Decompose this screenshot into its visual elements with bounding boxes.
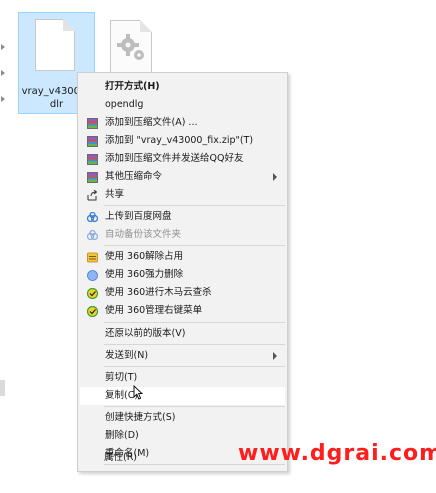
blank-file-icon <box>35 19 75 71</box>
scrollbar-thumb[interactable] <box>0 380 5 396</box>
expand-arrow-icon[interactable] <box>1 96 5 102</box>
menu-item-upload-baidu[interactable]: 上传到百度网盘 <box>80 208 285 226</box>
winrar-icon <box>87 154 98 165</box>
share-icon <box>87 190 98 201</box>
menu-item-share[interactable]: 共享 <box>80 186 285 204</box>
gear-icon <box>117 34 144 60</box>
settings-file-item[interactable] <box>110 20 158 80</box>
winrar-icon <box>87 172 98 183</box>
menu-item-360-unlock[interactable]: 使用 360解除占用 <box>80 248 285 266</box>
menu-item-add-to-archive[interactable]: 添加到压缩文件(A) ... <box>80 114 285 132</box>
settings-file-icon <box>110 20 152 74</box>
submenu-arrow-icon <box>273 352 277 360</box>
scan-360-icon <box>87 288 98 299</box>
winrar-icon <box>87 118 98 129</box>
delete-360-icon <box>87 270 98 281</box>
expand-arrow-icon[interactable] <box>1 44 5 50</box>
baidu-netdisk-icon <box>87 230 98 241</box>
menu-separator <box>104 205 285 206</box>
menu-item-create-shortcut[interactable]: 创建快捷方式(S) <box>80 409 285 427</box>
menu-item-360-trojan-scan[interactable]: 使用 360进行木马云查杀 <box>80 284 285 302</box>
menu-item-other-compress[interactable]: 其他压缩命令 <box>80 168 285 186</box>
menu-item-360-manage-menu[interactable]: 使用 360管理右键菜单 <box>80 302 285 320</box>
menu-item-360-force-delete[interactable]: 使用 360强力删除 <box>80 266 285 284</box>
submenu-arrow-icon <box>273 173 277 181</box>
watermark-text: www.dgrai.com <box>238 441 436 466</box>
context-menu: 打开方式(H) opendlg 添加到压缩文件(A) ... 添加到 "vray… <box>77 72 288 472</box>
menu-item-cut[interactable]: 剪切(T) <box>80 369 285 387</box>
menu-item-add-and-send-qq[interactable]: 添加到压缩文件并发送给QQ好友 <box>80 150 285 168</box>
menu-item-send-to[interactable]: 发送到(N) <box>80 347 285 365</box>
menu-item-opendlg[interactable]: opendlg <box>80 96 285 114</box>
menu-separator <box>104 406 285 407</box>
menu-item-copy[interactable]: 复制(C) <box>80 387 285 405</box>
menu-separator <box>104 344 285 345</box>
baidu-netdisk-icon <box>87 212 98 223</box>
menu-360-icon <box>87 306 98 317</box>
navigation-edge <box>0 0 6 493</box>
menu-item-restore-version[interactable]: 还原以前的版本(V) <box>80 325 285 343</box>
expand-arrow-icon[interactable] <box>1 70 5 76</box>
mouse-cursor-icon <box>133 385 143 400</box>
unlock-360-icon <box>87 252 98 263</box>
menu-item-open-with[interactable]: 打开方式(H) <box>80 78 285 96</box>
menu-separator <box>104 245 285 246</box>
winrar-icon <box>87 136 98 147</box>
menu-separator <box>104 322 285 323</box>
menu-item-auto-backup: 自动备份该文件夹 <box>80 226 285 244</box>
menu-item-add-to-zip[interactable]: 添加到 "vray_v43000_fix.zip"(T) <box>80 132 285 150</box>
menu-separator <box>104 366 285 367</box>
